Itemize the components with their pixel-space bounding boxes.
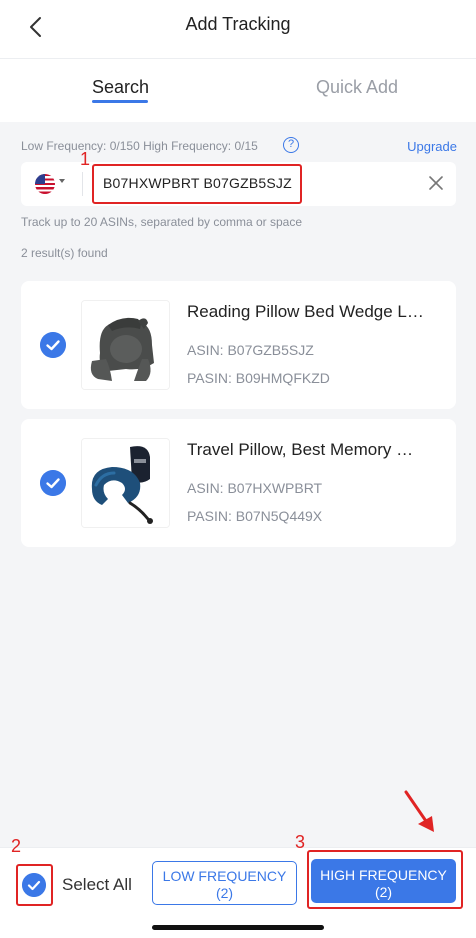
product-title[interactable]: Travel Pillow, Best Memory … [187,440,441,460]
product-asin: ASIN: B07GZB5SJZ [187,342,314,358]
checkbox-checked-icon[interactable] [40,470,66,496]
product-pasin: PASIN: B07N5Q449X [187,508,323,524]
product-title[interactable]: Reading Pillow Bed Wedge L… [187,302,441,322]
annotation-number-3: 3 [295,832,306,852]
product-card[interactable]: Travel Pillow, Best Memory … ASIN: B07HX… [21,419,456,547]
tab-quick-add[interactable]: Quick Add [316,77,398,98]
help-icon[interactable]: ? [283,137,299,153]
checkbox-checked-icon[interactable] [40,332,66,358]
product-image-travel-pillow [81,438,170,528]
annotation-number-1: 1 [80,149,91,169]
annotation-box-high-frequency [307,850,463,909]
divider [82,172,83,196]
annotation-box-search [92,164,302,204]
results-count: 2 result(s) found [21,246,108,260]
us-flag-icon[interactable] [35,174,55,194]
upgrade-link[interactable]: Upgrade [407,139,457,154]
top-bar: Add Tracking [0,0,476,58]
active-tab-indicator [92,100,148,103]
caret-down-icon[interactable] [59,179,65,183]
search-hint: Track up to 20 ASINs, separated by comma… [21,215,303,229]
annotation-box-select-all [16,864,53,906]
close-icon[interactable] [426,173,446,193]
annotation-number-2: 2 [11,836,22,856]
tab-bar: Search Quick Add [0,58,476,122]
frequency-usage-text: Low Frequency: 0/150 High Frequency: 0/1… [21,139,258,153]
product-image-reading-pillow [81,300,170,390]
select-all-label[interactable]: Select All [62,875,132,895]
low-frequency-button[interactable]: LOW FREQUENCY (2) [152,861,297,905]
product-card[interactable]: Reading Pillow Bed Wedge L… ASIN: B07GZB… [21,281,456,409]
page-title: Add Tracking [185,14,291,34]
product-asin: ASIN: B07HXWPBRT [187,480,323,496]
tab-search[interactable]: Search [92,77,149,98]
annotation-arrow-icon [404,790,434,832]
product-pasin: PASIN: B09HMQFKZD [187,370,330,386]
low-frequency-button-label: LOW FREQUENCY [162,868,287,884]
low-frequency-button-count: (2) [215,885,234,901]
home-indicator [152,925,324,930]
